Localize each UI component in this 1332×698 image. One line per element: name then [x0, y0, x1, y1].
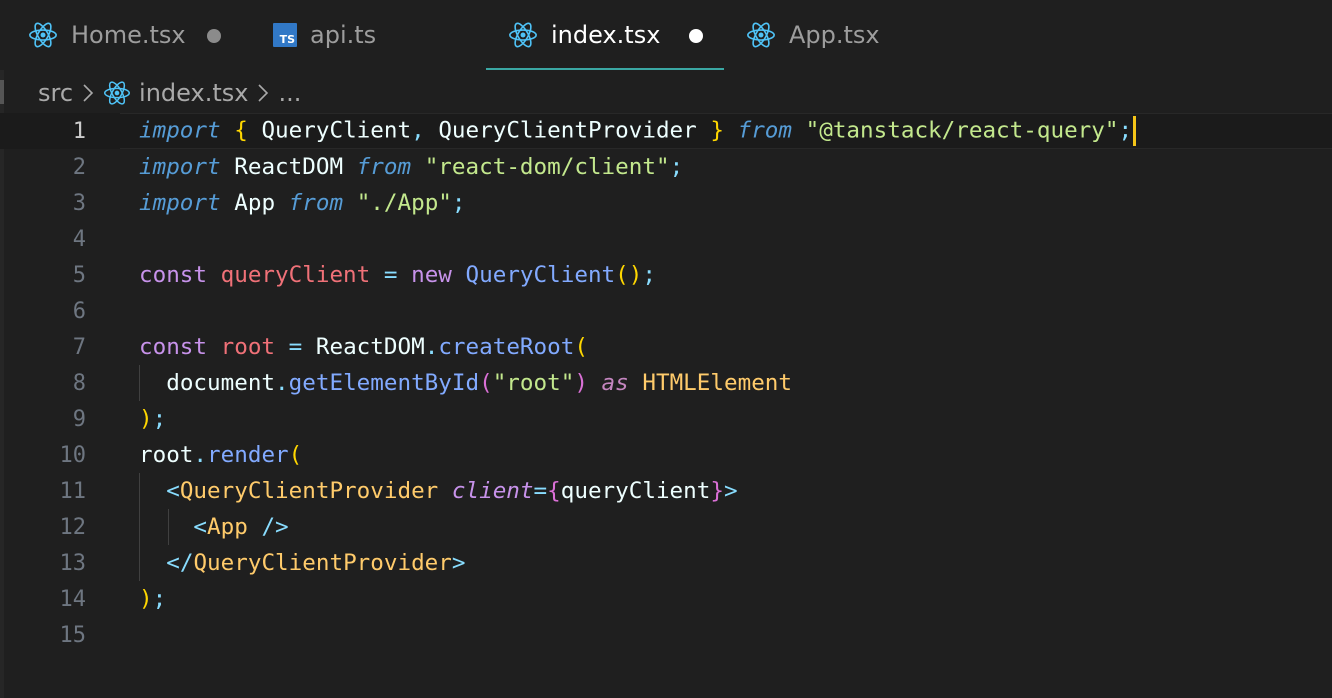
react-icon: [103, 79, 131, 107]
chevron-right-icon: [77, 83, 99, 103]
line-number: 7: [72, 334, 86, 360]
code-text: );: [139, 586, 167, 612]
tab-label: api.ts: [310, 21, 377, 49]
code-text: document.getElementById("root") as HTMLE…: [166, 370, 793, 396]
code-text: const root = ReactDOM.createRoot(: [139, 334, 588, 360]
breadcrumb-file[interactable]: index.tsx: [139, 79, 248, 107]
line-number: 8: [72, 370, 86, 396]
code-line[interactable]: 5 const queryClient = new QueryClient();: [0, 257, 1332, 293]
unsaved-dot-icon[interactable]: [689, 29, 703, 43]
tab-home-tsx[interactable]: Home.tsx: [0, 0, 258, 70]
code-text: import ReactDOM from "react-dom/client";: [139, 154, 684, 180]
line-number: 12: [59, 514, 87, 540]
breadcrumb-more[interactable]: ...: [278, 79, 301, 107]
code-editor[interactable]: 1 import { QueryClient, QueryClientProvi…: [0, 113, 1332, 698]
code-text: import App from "./App";: [139, 190, 466, 216]
chevron-right-icon: [252, 83, 274, 103]
line-number: 9: [72, 406, 86, 432]
react-icon: [746, 20, 776, 50]
line-number: 4: [72, 226, 86, 252]
react-icon: [28, 20, 58, 50]
line-number: 13: [59, 550, 87, 576]
line-number: 3: [72, 190, 86, 216]
code-line[interactable]: 1 import { QueryClient, QueryClientProvi…: [0, 113, 1332, 149]
unsaved-dot-icon[interactable]: [207, 29, 221, 43]
code-line[interactable]: 12 <App />: [0, 509, 1332, 545]
tab-api-ts[interactable]: TS api.ts: [258, 0, 486, 70]
code-text: const queryClient = new QueryClient();: [139, 262, 656, 288]
code-line[interactable]: 9 );: [0, 401, 1332, 437]
tab-index-tsx[interactable]: index.tsx: [486, 0, 724, 70]
code-line[interactable]: 4: [0, 221, 1332, 257]
code-line[interactable]: 13 </QueryClientProvider>: [0, 545, 1332, 581]
typescript-icon: TS: [270, 20, 300, 50]
code-text: import { QueryClient, QueryClientProvide…: [139, 116, 1137, 146]
code-line[interactable]: 15: [0, 617, 1332, 653]
react-icon: [508, 20, 538, 50]
code-text: root.render(: [139, 442, 303, 468]
tab-bar: Home.tsx TS api.ts index.tsx App.tsx: [0, 0, 1332, 70]
code-line[interactable]: 2 import ReactDOM from "react-dom/client…: [0, 149, 1332, 185]
breadcrumb-folder[interactable]: src: [38, 79, 73, 107]
tab-label: Home.tsx: [71, 21, 186, 49]
tab-label: App.tsx: [789, 21, 880, 49]
breadcrumb: src index.tsx ...: [38, 74, 301, 112]
line-number: 15: [59, 622, 87, 648]
code-line[interactable]: 11 <QueryClientProvider client={queryCli…: [0, 473, 1332, 509]
code-line[interactable]: 3 import App from "./App";: [0, 185, 1332, 221]
code-line[interactable]: 14 );: [0, 581, 1332, 617]
line-number: 14: [59, 586, 87, 612]
tab-label: index.tsx: [551, 21, 661, 49]
code-line[interactable]: 7 const root = ReactDOM.createRoot(: [0, 329, 1332, 365]
text-cursor: [1133, 116, 1137, 146]
code-text: <App />: [193, 514, 289, 540]
tab-app-tsx[interactable]: App.tsx: [724, 0, 924, 70]
line-number: 2: [72, 154, 86, 180]
code-line[interactable]: 8 document.getElementById("root") as HTM…: [0, 365, 1332, 401]
code-text: </QueryClientProvider>: [166, 550, 466, 576]
line-number: 10: [59, 442, 87, 468]
line-number: 6: [72, 298, 86, 324]
code-text: );: [139, 406, 167, 432]
code-text: <QueryClientProvider client={queryClient…: [166, 478, 738, 504]
code-line[interactable]: 6: [0, 293, 1332, 329]
line-number: 1: [72, 118, 86, 144]
code-line[interactable]: 10 root.render(: [0, 437, 1332, 473]
line-number: 5: [72, 262, 86, 288]
line-number: 11: [59, 478, 87, 504]
